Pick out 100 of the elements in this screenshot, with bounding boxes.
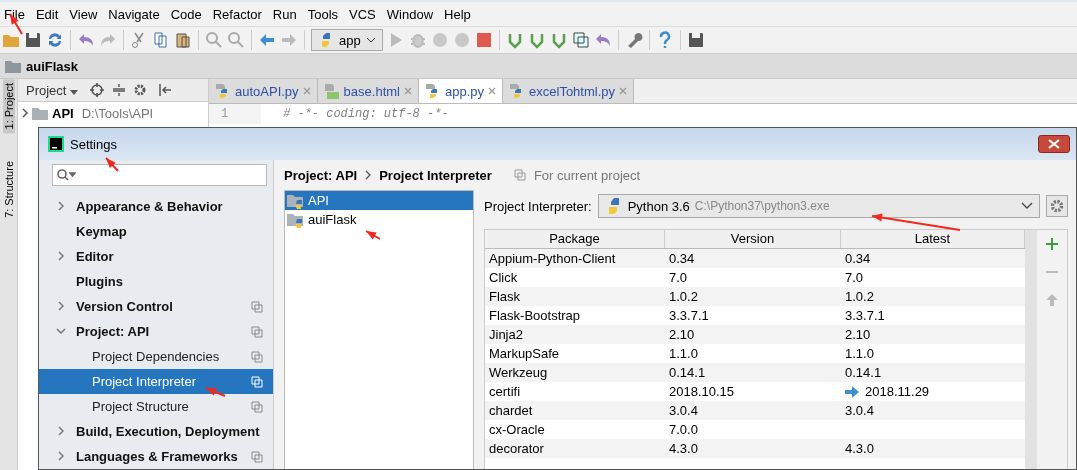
table-cell-text: 3.0.4: [668, 403, 699, 418]
collapse-icon[interactable]: [112, 83, 127, 97]
chevron-icon[interactable]: [58, 301, 64, 311]
table-cell-text: 7.0: [668, 270, 689, 285]
folder-icon: [32, 106, 48, 120]
forward-icon[interactable]: [280, 31, 298, 49]
locate-icon[interactable]: [90, 83, 105, 97]
add-icon[interactable]: [1046, 238, 1058, 250]
interpreter-dropdown[interactable]: Python 3.6 C:\Python37\python3.exe: [597, 194, 1040, 218]
editor-tab[interactable]: autoAPI.py: [209, 79, 318, 103]
html-file-icon: [323, 83, 340, 99]
table-cell-text: 2.10: [668, 327, 696, 342]
table-cell-text: cx-Oracle: [488, 422, 546, 437]
breadcrumb: Project Interpreter: [379, 167, 492, 183]
python-folder-icon: [287, 192, 305, 209]
settings-nav-item[interactable]: Editor: [76, 249, 114, 264]
editor-tab[interactable]: app.py: [419, 79, 504, 103]
menu-item[interactable]: Tools: [303, 6, 346, 22]
folder-icon: [5, 59, 21, 73]
hide-icon[interactable]: [158, 83, 173, 97]
copy-icon[interactable]: [152, 31, 170, 49]
settings-nav-item[interactable]: Project Dependencies: [92, 349, 220, 364]
chevron-icon[interactable]: [58, 451, 64, 461]
search-field[interactable]: [52, 164, 267, 186]
chevron-icon[interactable]: [22, 108, 28, 118]
column-header[interactable]: Package: [485, 230, 665, 248]
table-cell-text: chardet: [488, 403, 534, 418]
dialog-title: Settings: [70, 136, 117, 152]
caret-icon: [1021, 202, 1033, 210]
sync-icon[interactable]: [46, 31, 64, 49]
close-button[interactable]: [1038, 135, 1070, 153]
settings-nav-item[interactable]: Appearance & Behavior: [76, 199, 223, 214]
close-icon: [1048, 139, 1060, 149]
interpreter-label: Project Interpreter:: [484, 198, 592, 214]
project-scope-icon: [251, 350, 263, 363]
search-icon[interactable]: [205, 31, 223, 49]
settings-nav-item[interactable]: Plugins: [76, 274, 123, 289]
column-header[interactable]: Version: [665, 230, 841, 248]
menu-item[interactable]: Help: [440, 6, 478, 22]
table-cell: 3.0.4: [845, 403, 874, 418]
table-cell: 3.3.7.1: [845, 308, 885, 323]
project-scope-icon: [251, 375, 263, 388]
breadcrumb[interactable]: auiFlask: [26, 58, 79, 74]
table-cell-text: Jinja2: [488, 327, 524, 342]
menu-item[interactable]: Edit: [31, 6, 66, 22]
run-config-dropdown[interactable]: app: [311, 29, 383, 51]
save-icon[interactable]: [24, 31, 42, 49]
annotation-arrow: [365, 230, 381, 240]
breadcrumb: Project: API: [284, 167, 358, 183]
menu-item[interactable]: Code: [166, 6, 209, 22]
chevron-icon[interactable]: [58, 251, 64, 261]
chevron-icon[interactable]: [56, 328, 66, 334]
close-icon[interactable]: [302, 87, 311, 95]
settings-button[interactable]: [1046, 195, 1068, 217]
tree-item[interactable]: API: [52, 105, 74, 121]
chevron-icon[interactable]: [58, 426, 64, 436]
menu-item[interactable]: Run: [268, 6, 304, 22]
settings-nav-item[interactable]: Build, Execution, Deployment: [76, 424, 260, 439]
chevron-icon: [365, 170, 372, 180]
menu-item[interactable]: Window: [382, 6, 441, 22]
table-cell-text: 4.3.0: [668, 441, 699, 456]
editor-tab[interactable]: base.html: [317, 79, 419, 103]
project-item[interactable]: auiFlask: [285, 210, 473, 229]
tool-window-tab[interactable]: 1: Project: [2, 79, 15, 134]
table-cell-text: Flask-Bootstrap: [488, 308, 582, 323]
line-number: 1: [209, 104, 261, 124]
table-cell-text: decorator: [488, 441, 545, 456]
table-cell: 2.10: [845, 327, 871, 342]
close-icon[interactable]: [488, 87, 497, 95]
replace-icon[interactable]: [227, 31, 245, 49]
table-cell-text: 1.0.2: [668, 289, 699, 304]
editor-tab[interactable]: excelTohtml.py: [503, 79, 634, 103]
settings-nav-item[interactable]: Version Control: [76, 299, 173, 314]
table-cell-text: 2018.10.15: [668, 384, 736, 399]
column-header[interactable]: Latest: [841, 230, 1025, 248]
tool-window-tab[interactable]: 7: Structure: [2, 157, 15, 223]
settings-nav-item[interactable]: Project Structure: [92, 399, 189, 414]
table-cell: 1.0.2: [845, 289, 874, 304]
close-icon[interactable]: [619, 87, 627, 95]
scope-note: For current project: [533, 167, 641, 183]
debug-icon[interactable]: [408, 31, 427, 49]
settings-nav-item[interactable]: Project: API: [76, 324, 150, 339]
menu-item[interactable]: View: [65, 6, 105, 22]
chevron-icon[interactable]: [58, 201, 64, 211]
table-cell-text: Click: [488, 270, 519, 285]
settings-nav-item[interactable]: Keymap: [76, 224, 127, 239]
table-cell: 1.1.0: [845, 346, 874, 361]
close-icon[interactable]: [404, 87, 412, 95]
table-cell-text: certifi: [488, 384, 522, 399]
caret-icon: [365, 37, 376, 43]
stop-icon[interactable]: [474, 31, 493, 49]
menu-item[interactable]: Navigate: [104, 6, 167, 22]
menu-item[interactable]: VCS: [345, 6, 383, 22]
paste-icon[interactable]: [174, 31, 192, 49]
table-cell: 4.3.0: [845, 441, 874, 456]
settings-nav-item[interactable]: Languages & Frameworks: [76, 449, 238, 464]
upgrade-icon[interactable]: [1046, 294, 1058, 306]
project-scope-icon: [251, 300, 263, 313]
menu-item[interactable]: Refactor: [208, 6, 269, 22]
project-item[interactable]: API: [285, 191, 473, 210]
